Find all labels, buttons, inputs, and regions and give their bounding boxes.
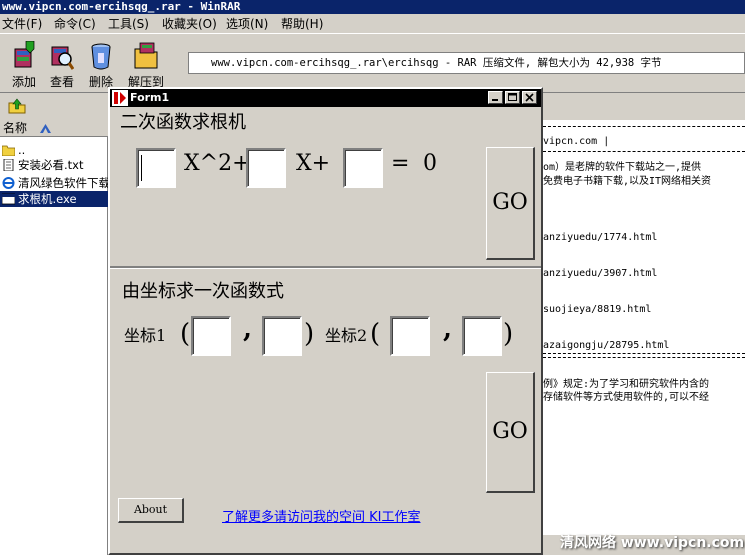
list-item-label: 求根机.exe: [18, 192, 77, 206]
extract-folder-icon: [134, 42, 158, 69]
menu-help[interactable]: 帮助(H): [281, 15, 323, 32]
solve-linear-button[interactable]: GO: [486, 372, 535, 493]
comment-link[interactable]: suojieya/8819.html: [543, 304, 745, 315]
comment-line: 免费电子书籍下载,以及IT网络相关资: [543, 176, 712, 187]
comment-line: vipcn.com |: [543, 136, 610, 147]
comment-link[interactable]: anziyuedu/3907.html: [543, 268, 745, 279]
point1-y-input[interactable]: [262, 316, 302, 356]
sort-arrow-icon: [40, 124, 51, 133]
list-header-label: 名称: [3, 121, 28, 135]
list-item[interactable]: 清风绿色软件下载: [0, 175, 108, 191]
list-item-label: 安装必看.txt: [18, 158, 84, 172]
point1-x-input[interactable]: [191, 316, 231, 356]
coord2-comma: ,: [443, 314, 453, 344]
minimize-icon: [492, 99, 498, 101]
x-label: X+: [296, 151, 331, 176]
list-item-selected[interactable]: 求根机.exe: [0, 191, 108, 207]
view-button[interactable]: 查看: [40, 37, 84, 89]
up-folder-icon[interactable]: [8, 97, 26, 115]
list-item[interactable]: 安装必看.txt: [0, 157, 108, 173]
view-icon: [51, 46, 74, 70]
visit-space-link[interactable]: 了解更多请访问我的空间 KI工作室: [222, 506, 421, 525]
menu-tools[interactable]: 工具(S): [108, 15, 149, 32]
about-button[interactable]: About: [118, 498, 184, 523]
close-button[interactable]: [522, 91, 537, 104]
list-item[interactable]: ..: [0, 142, 108, 158]
maximize-icon: [508, 93, 517, 101]
solve-quadratic-button[interactable]: GO: [486, 147, 535, 260]
form1-window: Form1 二次函数求根机 X^2+ X+ = 0 GO 由坐标求一次函数式 坐…: [108, 87, 543, 555]
coord2-open-paren: (: [370, 319, 381, 349]
delete-icon: [91, 43, 111, 70]
menu-favorites[interactable]: 收藏夹(O): [162, 15, 217, 32]
menu-commands[interactable]: 命令(C): [54, 15, 96, 32]
form1-title-bar[interactable]: Form1: [110, 89, 541, 107]
point2-x-input[interactable]: [390, 316, 430, 356]
list-header-name[interactable]: 名称: [0, 120, 108, 137]
list-item-label: 清风绿色软件下载: [18, 176, 108, 190]
coef-b-input[interactable]: [246, 148, 286, 188]
maximize-button[interactable]: [505, 91, 520, 104]
coord2-close-paren: ): [503, 319, 514, 349]
linear-heading: 由坐标求一次函数式: [122, 281, 284, 302]
add-archive-icon: [14, 41, 35, 68]
text-cursor: [141, 155, 142, 181]
point2-y-input[interactable]: [462, 316, 502, 356]
coef-a-input[interactable]: [136, 148, 176, 188]
watermark-text: 清风网络 www.vipcn.com: [560, 535, 745, 551]
minimize-button[interactable]: [488, 91, 503, 104]
ie-link-icon: [2, 177, 15, 189]
zero-label: 0: [423, 151, 437, 176]
menu-options[interactable]: 选项(N): [226, 15, 268, 32]
delete-button[interactable]: 删除: [79, 37, 123, 89]
text-file-icon: [3, 159, 14, 171]
app-icon: [112, 90, 128, 106]
section-divider: [110, 266, 541, 269]
menu-file[interactable]: 文件(F): [2, 15, 42, 32]
x-squared-label: X^2+: [184, 151, 251, 176]
coord1-close-paren: ): [304, 319, 315, 349]
coord1-open-paren: (: [180, 319, 191, 349]
list-item-label: ..: [18, 143, 26, 157]
winrar-title-bar: www.vipcn.com-ercihsqg_.rar - WinRAR: [0, 0, 745, 14]
quadratic-heading: 二次函数求根机: [120, 112, 246, 133]
coord2-label: 坐标2: [325, 326, 368, 345]
form1-title-text: Form1: [130, 91, 170, 104]
menu-bar: 文件(F) 命令(C) 工具(S) 收藏夹(O) 选项(N) 帮助(H): [0, 14, 745, 32]
coord1-label: 坐标1: [124, 326, 167, 345]
comment-line: om）是老牌的软件下载站之一,提供: [543, 162, 702, 173]
coef-c-input[interactable]: [343, 148, 383, 188]
archive-path-field[interactable]: www.vipcn.com-ercihsqg_.rar\ercihsqg - R…: [188, 52, 745, 74]
comment-link[interactable]: anziyuedu/1774.html: [543, 232, 745, 243]
comment-link[interactable]: azaigongju/28795.html: [543, 340, 745, 351]
close-icon: [525, 93, 534, 102]
file-list-panel: 名称 .. 安装必看.txt 清风绿色软件下载 求根机.exe: [0, 120, 108, 555]
equals-label: =: [391, 151, 410, 176]
archive-comment-panel: vipcn.com | om）是老牌的软件下载站之一,提供 免费电子书籍下载,以…: [543, 120, 745, 535]
extract-to-button[interactable]: 解压到: [124, 37, 168, 89]
exe-icon: [2, 193, 15, 205]
coord1-comma: ,: [243, 314, 253, 344]
comment-line: 存储软件等方式使用软件的,可以不经: [543, 392, 710, 403]
folder-icon: [2, 145, 15, 156]
view-label: 查看: [49, 75, 74, 89]
